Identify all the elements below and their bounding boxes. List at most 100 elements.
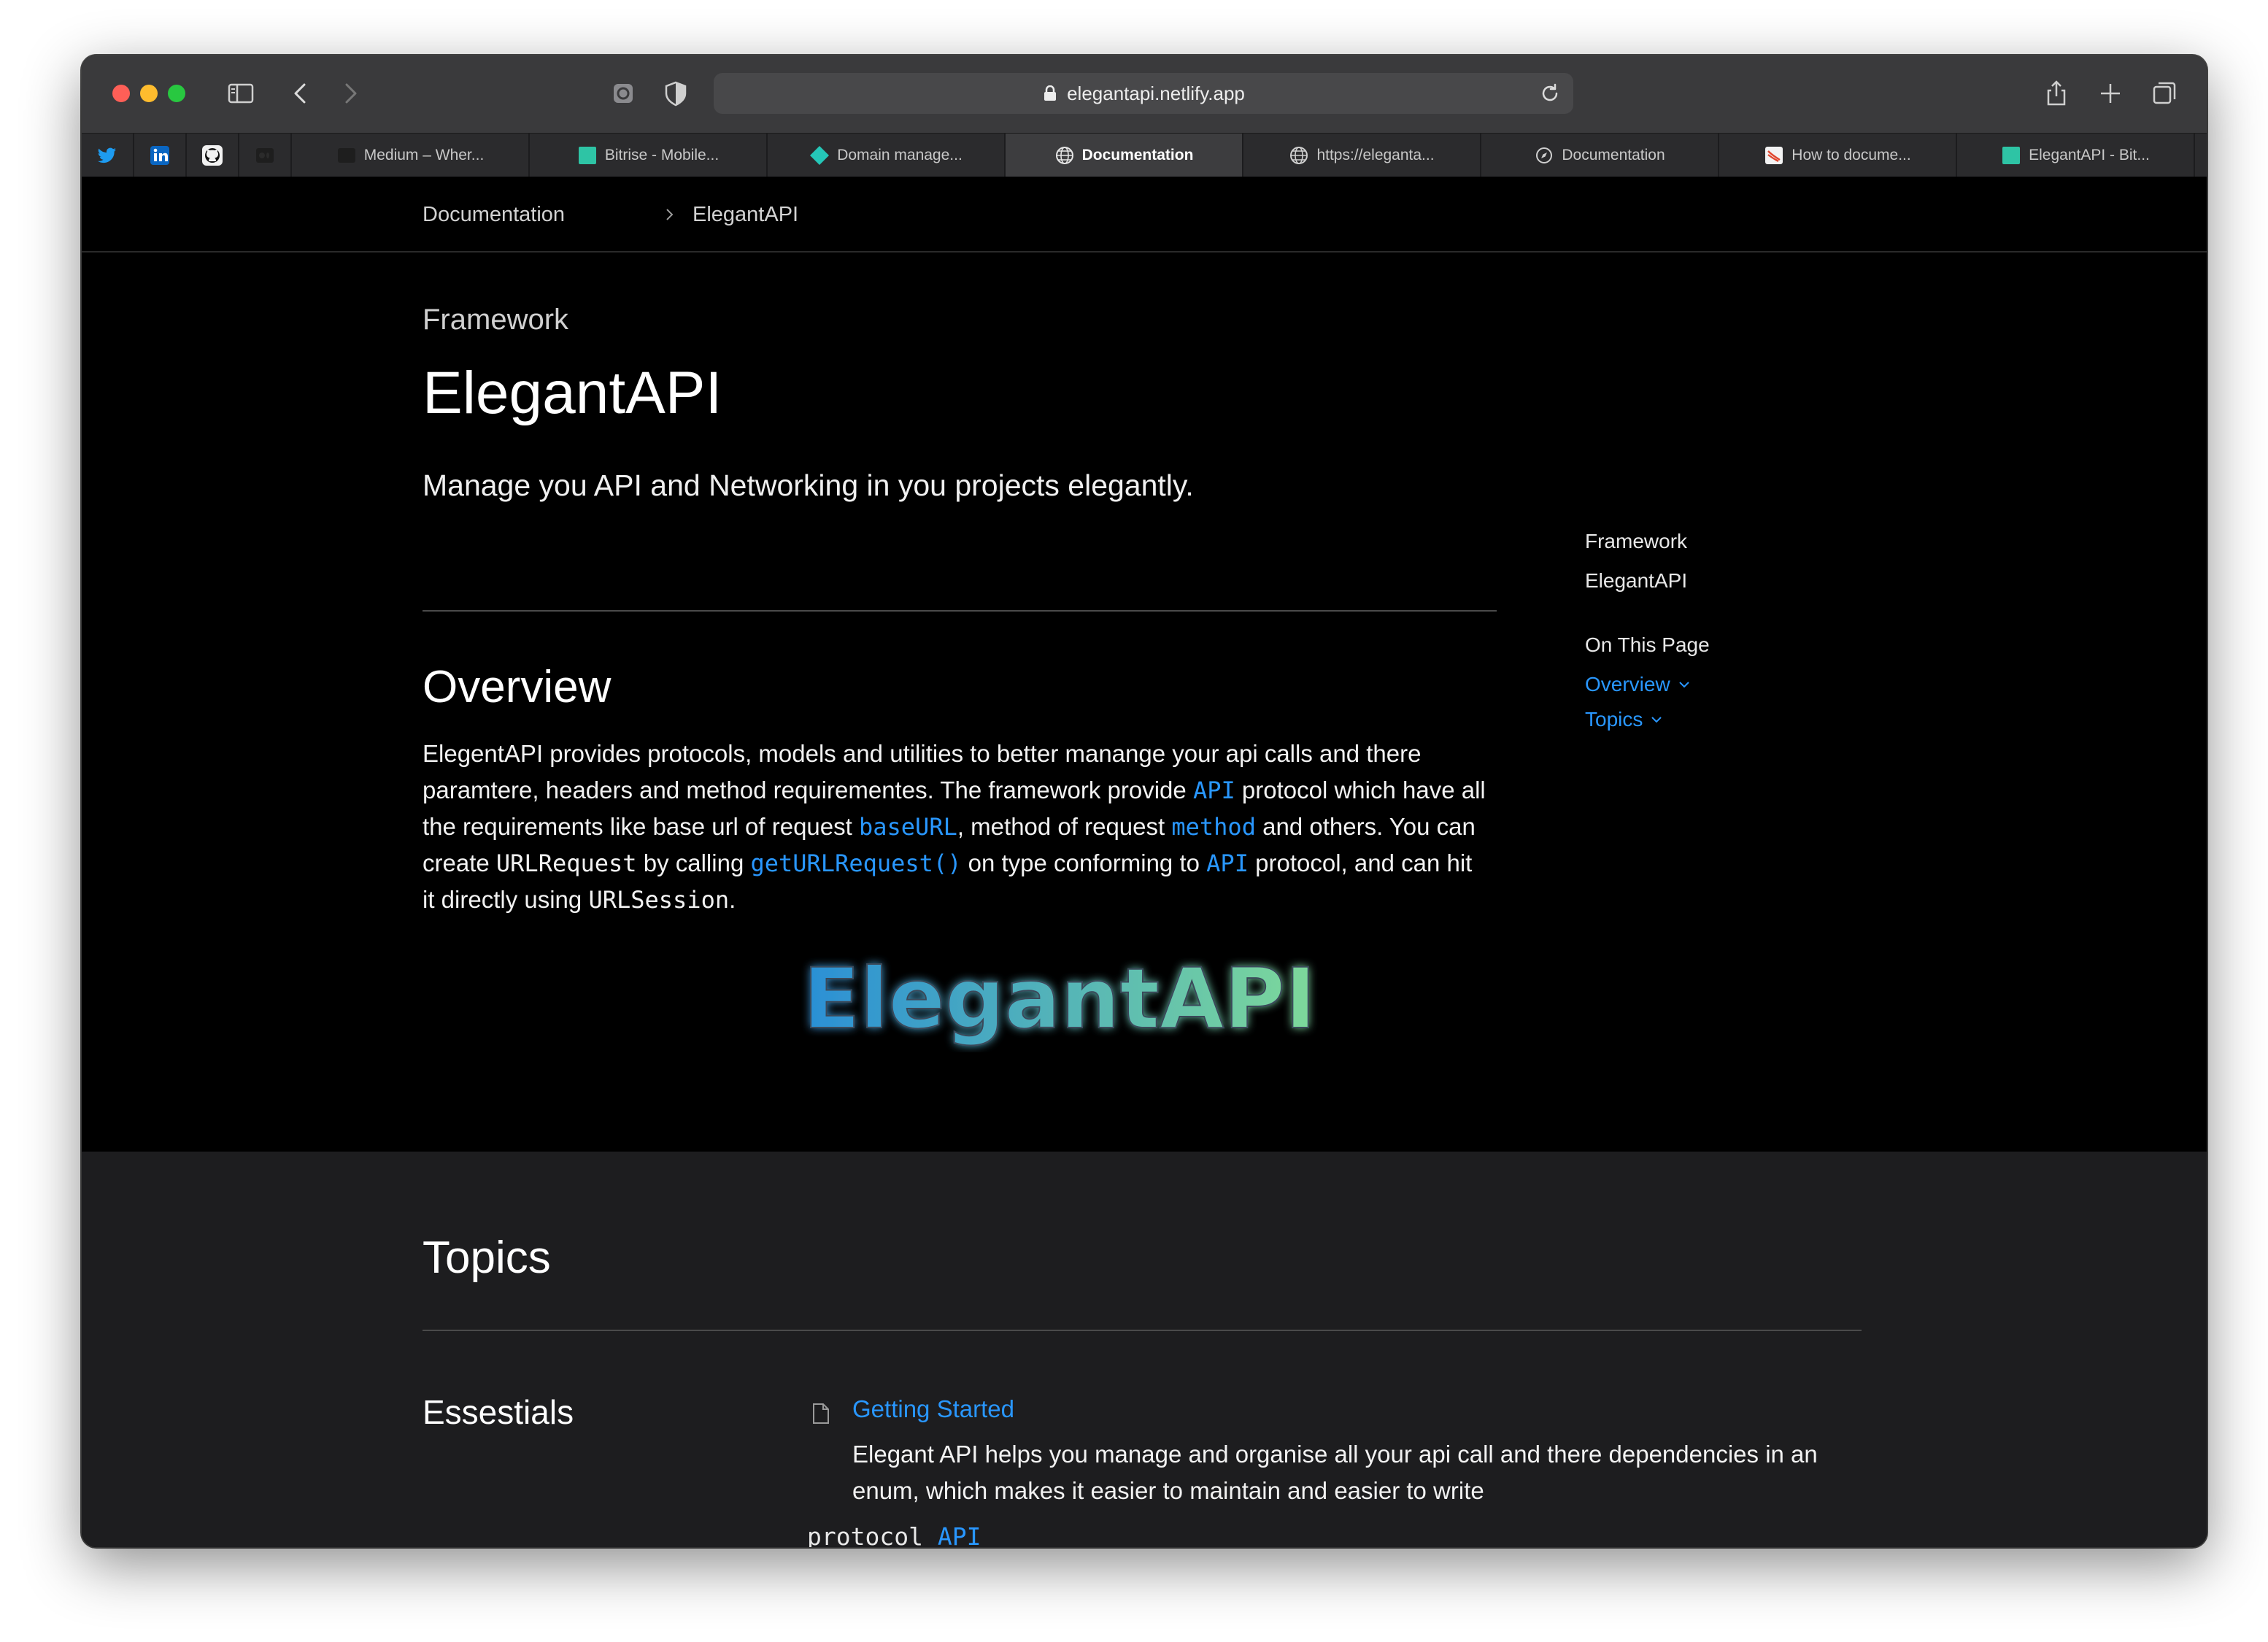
topics-heading: Topics: [423, 1233, 551, 1283]
netlify-favicon: [810, 146, 830, 165]
divider: [423, 1330, 1862, 1331]
globe-favicon: [1290, 147, 1308, 164]
tab-elegantapi-url[interactable]: https://eleganta...: [1243, 134, 1481, 177]
text: protocol which have all: [1235, 776, 1486, 803]
sidebar-on-this-page: On This Page: [1585, 633, 1710, 656]
browser-toolbar: elegantapi.netlify.app: [82, 55, 2207, 133]
sidebar-name: ElegantAPI: [1585, 569, 1688, 592]
text: paramtere, headers and method requiremen…: [423, 776, 1193, 803]
documentation-page: Documentation ElegantAPI Framework Elega…: [82, 177, 2207, 1547]
bitrise-favicon: [2002, 147, 2021, 164]
elegantapi-logo: ElegantAPI: [803, 950, 1317, 1048]
urlrequest-code: URLRequest: [495, 849, 637, 877]
description-line: Elegant API helps you manage and organis…: [852, 1441, 1818, 1468]
document-icon: [813, 1403, 829, 1424]
text: by calling: [636, 849, 751, 876]
tab-documentation[interactable]: Documentation: [1481, 134, 1719, 177]
medium-favicon: [337, 148, 355, 163]
tab-how-to-document[interactable]: How to docume...: [1719, 134, 1957, 177]
text: the requirements like base url of reques…: [423, 813, 859, 840]
getting-started-description: Elegant API helps you manage and organis…: [852, 1436, 1830, 1509]
baseurl-symbol-link[interactable]: baseURL: [859, 813, 957, 841]
protocol-declaration: protocol API: [807, 1522, 981, 1547]
method-symbol-link[interactable]: method: [1171, 813, 1256, 841]
chevron-down-icon: [1678, 682, 1689, 688]
tab-overview-icon[interactable]: [2144, 73, 2185, 114]
tab-label: Medium – Wher...: [363, 147, 485, 163]
pinned-tab-twitter[interactable]: [82, 134, 134, 177]
globe-favicon: [1055, 147, 1073, 164]
text: create: [423, 849, 496, 876]
tab-label: https://eleganta...: [1316, 147, 1435, 163]
tab-label: Domain manage...: [837, 147, 963, 163]
text: .: [729, 886, 736, 913]
api-symbol-link[interactable]: API: [1206, 849, 1249, 877]
overview-paragraph: ElegentAPI provides protocols, models an…: [423, 736, 1503, 918]
tab-medium[interactable]: Medium – Wher...: [292, 134, 530, 177]
tab-documentation-active[interactable]: Documentation: [1006, 134, 1243, 177]
pinned-tab-linkedin[interactable]: [134, 134, 187, 177]
api-protocol-link[interactable]: API: [938, 1522, 981, 1547]
protocol-keyword: protocol: [807, 1522, 923, 1547]
sidebar-link-label: Overview: [1585, 673, 1670, 695]
url-text: elegantapi.netlify.app: [1067, 82, 1245, 104]
text: and others. You can: [1255, 813, 1476, 840]
swift-favicon: [1765, 147, 1783, 164]
sidebar-link-overview[interactable]: Overview: [1585, 673, 1691, 696]
browser-window: elegantapi.netlify.app Medium – Wher...: [82, 55, 2207, 1547]
bitrise-favicon: [578, 147, 596, 164]
sidebar-kind: Framework: [1585, 530, 1688, 552]
tab-label: Bitrise - Mobile...: [604, 147, 720, 163]
sidebar-link-topics[interactable]: Topics: [1585, 708, 1663, 731]
page-title: ElegantAPI: [423, 360, 722, 426]
tab-bitrise[interactable]: Bitrise - Mobile...: [530, 134, 768, 177]
pinned-tab-github[interactable]: [187, 134, 239, 177]
github-icon: [202, 145, 223, 166]
logo-text: ElegantAPI: [803, 950, 1316, 1047]
extension-icon[interactable]: [603, 73, 644, 114]
sidebar-link-label: Topics: [1585, 708, 1643, 731]
page-eyebrow: Framework: [423, 304, 569, 336]
address-bar[interactable]: elegantapi.netlify.app: [714, 73, 1573, 114]
back-arrow-icon[interactable]: [280, 73, 321, 114]
api-symbol-link[interactable]: API: [1193, 776, 1235, 804]
text: , method of request: [957, 813, 1172, 840]
tab-label: Documentation: [1562, 147, 1665, 163]
privacy-shield-icon[interactable]: [655, 73, 696, 114]
overview-heading: Overview: [423, 662, 612, 712]
getting-started-link[interactable]: Getting Started: [852, 1395, 1014, 1423]
tab-label: How to docume...: [1791, 147, 1911, 163]
reload-icon[interactable]: [1537, 80, 1563, 107]
zoom-window-button[interactable]: [168, 85, 185, 102]
compass-favicon: [1536, 147, 1553, 163]
tab-bar: Medium – Wher... Bitrise - Mobile... Dom…: [82, 133, 2207, 177]
share-icon[interactable]: [2036, 73, 2077, 114]
divider: [423, 610, 1497, 612]
new-tab-plus-icon[interactable]: [2090, 73, 2131, 114]
close-window-button[interactable]: [112, 85, 130, 102]
linkedin-icon: [150, 146, 169, 165]
geturlrequest-symbol-link[interactable]: getURLRequest(): [750, 849, 961, 877]
chevron-right-icon: [666, 209, 674, 220]
twitter-icon: [98, 147, 116, 163]
text: ElegentAPI provides protocols, models an…: [423, 740, 1422, 767]
tab-elegantapi-bitrise[interactable]: ElegantAPI - Bit...: [1957, 134, 2195, 177]
forward-arrow-icon[interactable]: [330, 73, 371, 114]
breadcrumb: Documentation ElegantAPI: [82, 177, 2207, 253]
page-abstract: Manage you API and Networking in you pro…: [423, 469, 1194, 502]
breadcrumb-documentation-link[interactable]: Documentation: [423, 203, 565, 227]
pinned-tab-medium[interactable]: [239, 134, 292, 177]
medium-icon: [256, 148, 274, 163]
minimize-window-button[interactable]: [140, 85, 158, 102]
lock-icon: [1044, 85, 1057, 101]
topic-group-title: Essestials: [423, 1393, 574, 1431]
breadcrumb-current: ElegantAPI: [693, 203, 799, 226]
tab-label: Documentation: [1081, 147, 1194, 163]
topics-section: Topics Essestials Getting Started Elegan…: [82, 1152, 2207, 1547]
chevron-down-icon: [1651, 717, 1662, 723]
description-line: enum, which makes it easier to maintain …: [852, 1477, 1484, 1504]
text: protocol, and can hit: [1248, 849, 1473, 876]
tab-domain-manage[interactable]: Domain manage...: [768, 134, 1006, 177]
tab-label: ElegantAPI - Bit...: [2029, 147, 2150, 163]
sidebar-toggle-icon[interactable]: [220, 73, 261, 114]
